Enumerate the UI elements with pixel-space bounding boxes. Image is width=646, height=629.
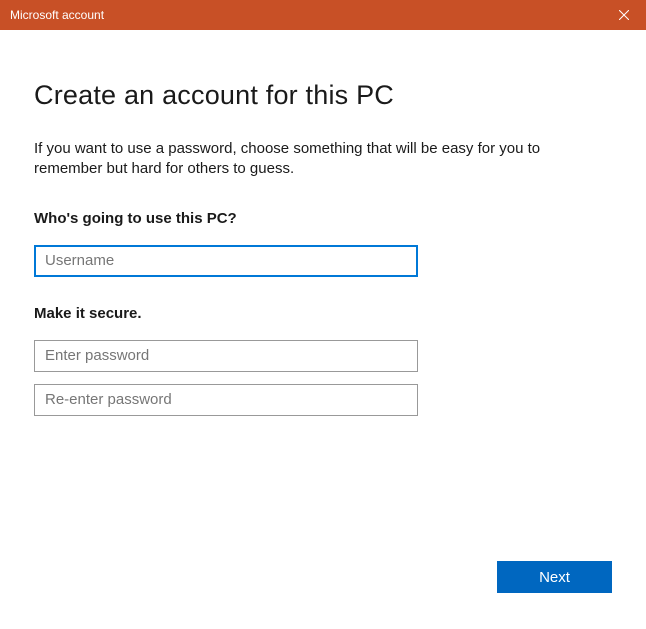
close-button[interactable] — [601, 0, 646, 30]
password-input[interactable] — [34, 340, 418, 372]
content-area: Create an account for this PC If you wan… — [0, 30, 646, 416]
footer: Next — [497, 561, 612, 593]
confirm-password-input[interactable] — [34, 384, 418, 416]
next-button[interactable]: Next — [497, 561, 612, 593]
titlebar-title: Microsoft account — [10, 8, 104, 22]
password-section: Make it secure. — [34, 305, 612, 416]
username-input[interactable] — [34, 245, 418, 277]
username-label: Who's going to use this PC? — [34, 210, 612, 227]
titlebar: Microsoft account — [0, 0, 646, 30]
username-section: Who's going to use this PC? — [34, 210, 612, 277]
page-description: If you want to use a password, choose so… — [34, 139, 612, 180]
page-title: Create an account for this PC — [34, 80, 612, 111]
close-icon — [619, 10, 629, 20]
password-label: Make it secure. — [34, 305, 612, 322]
